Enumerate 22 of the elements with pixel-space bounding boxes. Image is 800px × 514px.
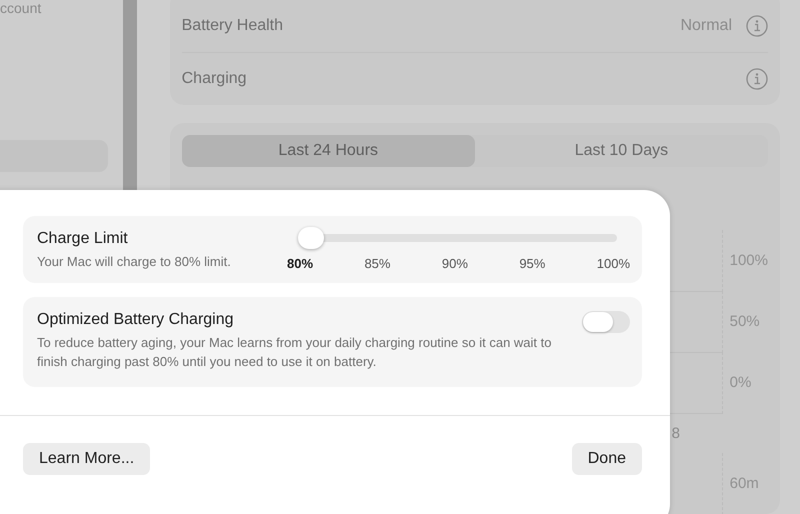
row-label: Charging <box>182 70 248 88</box>
slider-thumb[interactable] <box>298 227 324 249</box>
row-label: Battery Health <box>182 17 284 35</box>
info-icon[interactable] <box>746 68 768 90</box>
tab[interactable]: Last 24 Hours <box>182 135 475 167</box>
setting-description: Your Mac will charge to 80% limit. <box>37 253 231 271</box>
tick-label: 95% <box>519 256 546 271</box>
learn-more-button[interactable]: Learn More... <box>23 443 150 475</box>
row-value: Normal <box>680 17 732 35</box>
done-button[interactable]: Done <box>572 443 642 475</box>
sidebar-item[interactable]: ccount <box>0 0 124 140</box>
setting-description: To reduce battery aging, your Mac learns from your daily charging routine so it can wait to finish charging past 80% until you need to use it on battery. <box>37 334 552 371</box>
tick-label: 85% <box>364 256 390 271</box>
tick-label: 90% <box>442 256 468 271</box>
tick-label: 100% <box>596 256 630 271</box>
tab[interactable]: Last 10 Days <box>474 135 768 167</box>
toggle-switch[interactable] <box>582 311 630 333</box>
axis-label: 8 <box>672 424 680 442</box>
tick-label: 80% <box>287 256 314 271</box>
info-icon[interactable] <box>746 15 768 37</box>
setting-title: Charge Limit <box>37 230 129 248</box>
setting-title: Optimized Battery Charging <box>37 311 235 329</box>
